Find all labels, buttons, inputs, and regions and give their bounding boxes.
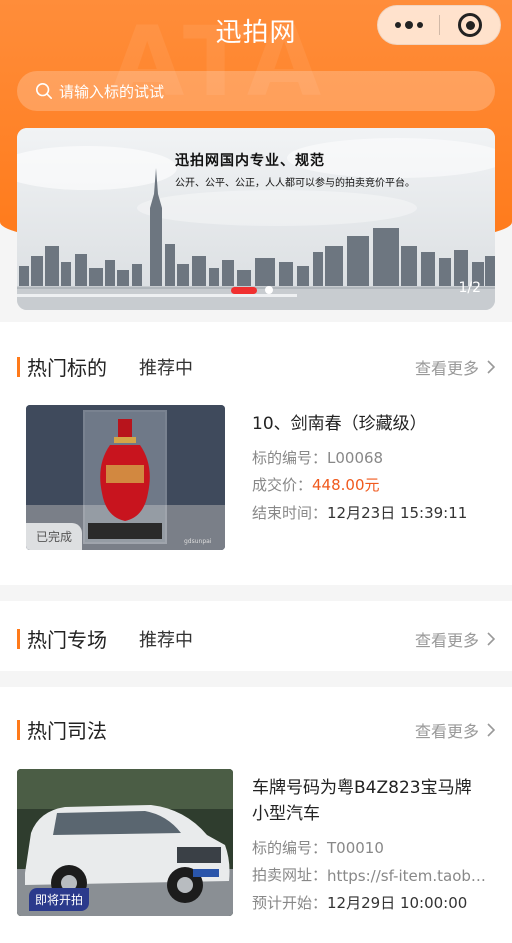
item-name-line2: 小型汽车 bbox=[252, 804, 320, 824]
section-title: 热门标的 bbox=[27, 356, 107, 380]
item-endtime: 12月23日 15:39:11 bbox=[327, 504, 468, 522]
image-watermark: gdsunpai bbox=[184, 538, 212, 545]
item-url[interactable]: https://sf-item.taob… bbox=[327, 867, 486, 885]
chevron-right-icon bbox=[487, 360, 495, 374]
item-code-line: 标的编号：T00010 bbox=[252, 837, 384, 858]
item-url-label: 拍卖网址： bbox=[252, 866, 328, 884]
banner-carousel[interactable]: 迅拍网国内专业、规范 公开、公平、公正，人人都可以参与的拍卖竞价平台。 1/2 bbox=[17, 128, 495, 310]
item-thumbnail[interactable]: gdsunpai 已完成 bbox=[26, 405, 225, 550]
item-endtime-label: 结束时间： bbox=[252, 504, 328, 522]
view-more-label: 查看更多 bbox=[414, 359, 479, 378]
item-price: 448.00元 bbox=[312, 476, 380, 494]
more-dot-icon bbox=[404, 21, 413, 29]
section-accent-bar bbox=[17, 628, 20, 649]
view-more-link[interactable]: 查看更多 bbox=[415, 718, 495, 742]
item-name[interactable]: 车牌号码为粤B4Z823宝马牌 小型汽车 bbox=[252, 775, 472, 827]
section-tag: 推荐中 bbox=[139, 629, 193, 651]
item-starttime-label: 预计开始： bbox=[252, 894, 328, 912]
item-price-line: 成交价：448.00元 bbox=[252, 474, 380, 495]
item-url-line: 拍卖网址：https://sf-item.taob… bbox=[252, 864, 486, 885]
section-header: 热门司法 bbox=[17, 715, 107, 744]
chevron-right-icon bbox=[487, 723, 495, 737]
banner-title: 迅拍网国内专业、规范 bbox=[175, 153, 325, 169]
more-dot-icon bbox=[394, 22, 401, 28]
section-accent-bar bbox=[17, 356, 20, 377]
section-accent-bar bbox=[17, 719, 20, 740]
item-code-label: 标的编号： bbox=[252, 839, 328, 857]
carousel-indicators bbox=[231, 286, 273, 294]
item-name[interactable]: 10、剑南春（珍藏级） bbox=[252, 411, 427, 437]
more-menu-button[interactable] bbox=[378, 6, 439, 44]
section-title: 热门专场 bbox=[27, 628, 107, 652]
item-code-line: 标的编号：L00068 bbox=[252, 447, 383, 468]
item-starttime-line: 预计开始：12月29日 10:00:00 bbox=[252, 892, 467, 913]
item-name-line1: 车牌号码为粤B4Z823宝马牌 bbox=[252, 778, 472, 798]
hot-special-section: 热门专场 推荐中 查看更多 bbox=[0, 601, 512, 671]
search-bar[interactable]: 请输入标的试试 bbox=[17, 71, 495, 111]
chevron-right-icon bbox=[487, 632, 495, 646]
item-code-label: 标的编号： bbox=[252, 449, 328, 467]
carousel-pager: 1/2 bbox=[458, 280, 481, 296]
view-more-label: 查看更多 bbox=[414, 722, 479, 741]
status-badge: 已完成 bbox=[26, 523, 83, 550]
item-starttime: 12月29日 10:00:00 bbox=[327, 894, 468, 912]
banner-subtitle: 公开、公平、公正，人人都可以参与的拍卖竞价平台。 bbox=[175, 178, 415, 189]
hot-items-section: 热门标的 推荐中 查看更多 gdsunpai 已完成 10、剑南春（珍藏级） 标… bbox=[0, 322, 512, 585]
view-more-label: 查看更多 bbox=[414, 631, 479, 650]
more-dot-icon bbox=[416, 22, 423, 28]
carousel-dot-active[interactable] bbox=[231, 286, 257, 294]
item-code: L00068 bbox=[327, 449, 384, 467]
search-placeholder: 请输入标的试试 bbox=[59, 82, 165, 101]
hot-judicial-section: 热门司法 查看更多 即将开拍 车牌号码为粤B4Z823宝马牌 小型汽车 标的编号… bbox=[0, 687, 512, 943]
target-close-icon bbox=[458, 13, 482, 37]
search-icon bbox=[35, 82, 53, 100]
section-title: 热门司法 bbox=[27, 719, 107, 743]
item-price-label: 成交价： bbox=[252, 476, 313, 494]
view-more-link[interactable]: 查看更多 bbox=[415, 627, 495, 651]
section-tag: 推荐中 bbox=[139, 357, 193, 379]
item-code: T00010 bbox=[327, 839, 384, 857]
item-endtime-line: 结束时间：12月23日 15:39:11 bbox=[252, 502, 467, 523]
item-thumbnail[interactable]: 即将开拍 bbox=[17, 769, 233, 916]
close-miniprogram-button[interactable] bbox=[440, 6, 500, 44]
view-more-link[interactable]: 查看更多 bbox=[415, 355, 495, 379]
carousel-dot[interactable] bbox=[265, 286, 273, 294]
miniprogram-capsule bbox=[377, 5, 501, 45]
section-header: 热门标的 推荐中 bbox=[17, 352, 193, 381]
status-badge: 即将开拍 bbox=[29, 888, 90, 911]
section-header: 热门专场 推荐中 bbox=[17, 624, 193, 653]
